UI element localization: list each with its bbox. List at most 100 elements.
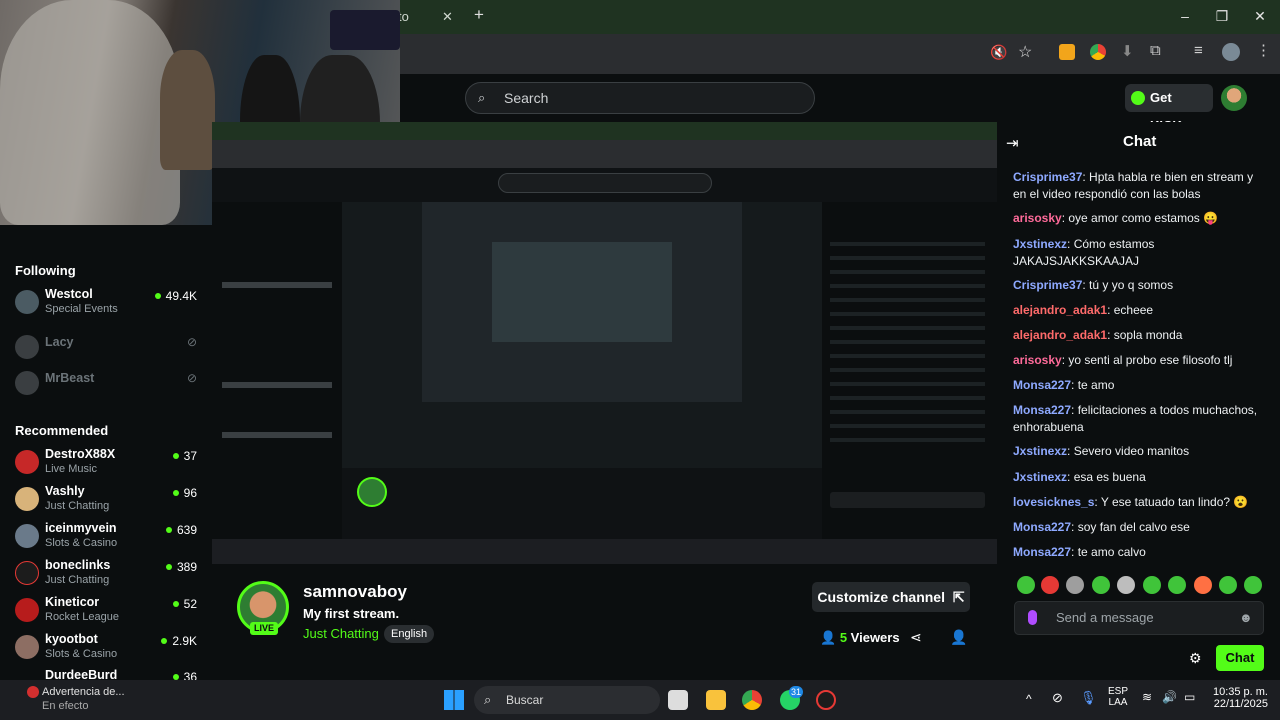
clock[interactable]: 10:35 p. m. 22/11/2025 xyxy=(1210,686,1268,710)
viewer-count-value: 389 xyxy=(176,560,197,574)
emote-icon[interactable] xyxy=(1092,576,1110,594)
chat-username[interactable]: lovesicknes_s xyxy=(1013,495,1094,509)
color-extension-icon[interactable] xyxy=(1090,44,1106,60)
chat-username[interactable]: Jxstinexz xyxy=(1013,470,1067,484)
sidebar-item-iceinmyvein[interactable]: iceinmyvein Slots & Casino 639 xyxy=(15,521,205,557)
stream-category[interactable]: Just Chatting xyxy=(303,626,379,641)
maximize-button[interactable]: ❐ xyxy=(1212,8,1232,25)
download-extension-icon[interactable] xyxy=(1059,44,1075,60)
extensions-puzzle-icon[interactable]: ⧉ xyxy=(1150,42,1161,59)
microphone-icon[interactable] xyxy=(1028,610,1037,625)
chrome-icon[interactable] xyxy=(742,690,762,710)
chat-username[interactable]: Jxstinexz xyxy=(1013,444,1067,458)
emote-icon[interactable] xyxy=(1066,576,1084,594)
emote-icon[interactable] xyxy=(1168,576,1186,594)
taskbar-search[interactable]: ⌕ Buscar xyxy=(474,686,660,714)
chat-separator: : xyxy=(1067,444,1074,458)
folder-icon[interactable] xyxy=(706,690,726,710)
sidebar-item-durdeeburd[interactable]: DurdeeBurd 36 xyxy=(15,668,205,680)
chat-message: Crisprime37: tú y yo q somos xyxy=(1013,277,1265,294)
sidebar-item-kyootbot[interactable]: kyootbot Slots & Casino 2.9K xyxy=(15,632,205,668)
sidebar-item-vashly[interactable]: Vashly Just Chatting 96 xyxy=(15,484,205,520)
get-kicks-button[interactable]: Get KICKs xyxy=(1125,84,1213,133)
chat-username[interactable]: arisosky xyxy=(1013,353,1062,367)
customize-channel-button[interactable]: Customize channel ⇱ xyxy=(812,582,970,612)
chat-message: Jxstinexz: esa es buena xyxy=(1013,469,1265,486)
wifi-icon[interactable]: ≋ xyxy=(1142,690,1152,704)
menu-kebab-icon[interactable]: ⋮ xyxy=(1256,41,1271,59)
profile-avatar[interactable] xyxy=(1222,43,1240,61)
chat-username[interactable]: alejandro_adak1 xyxy=(1013,303,1107,317)
viewer-count: 36 xyxy=(172,670,197,680)
emote-icon[interactable] xyxy=(1194,576,1212,594)
viewer-count: 96 xyxy=(172,486,197,500)
chat-username[interactable]: Monsa227 xyxy=(1013,520,1071,534)
sidebar-item-boneclinks[interactable]: boneclinks Just Chatting 389 xyxy=(15,558,205,594)
chat-text: esa es buena xyxy=(1073,470,1146,484)
share-icon[interactable]: ⋖ xyxy=(910,629,922,646)
sidebar-item-destrox88x[interactable]: DestroX88X Live Music 37 xyxy=(15,447,205,483)
language-indicator[interactable]: ESP LAA xyxy=(1108,686,1128,708)
notification-title[interactable]: Advertencia de... xyxy=(42,686,125,698)
chat-username[interactable]: Crisprime37 xyxy=(1013,278,1082,292)
chat-username[interactable]: Monsa227 xyxy=(1013,545,1071,559)
streamer-username[interactable]: samnovaboy xyxy=(303,582,407,602)
emote-icon[interactable] xyxy=(1117,576,1135,594)
language-tag[interactable]: English xyxy=(384,625,435,643)
chat-input[interactable]: Send a message ☻ xyxy=(1014,601,1264,635)
sidebar-item-mrbeast[interactable]: MrBeast ⊘ xyxy=(15,368,205,404)
collapse-chat-icon[interactable]: ⇥ xyxy=(1006,134,1019,152)
mic-tray-icon[interactable]: 🎙 xyxy=(1080,690,1097,706)
nested-line xyxy=(222,432,332,438)
close-window-button[interactable]: ✕ xyxy=(1250,8,1270,25)
windows-start-icon[interactable] xyxy=(444,690,464,710)
chat-username[interactable]: Crisprime37 xyxy=(1013,170,1082,184)
chat-username[interactable]: arisosky xyxy=(1013,211,1062,225)
sidebar-item-westcol[interactable]: Westcol Special Events 49.4K xyxy=(15,287,205,323)
emote-icon[interactable] xyxy=(1143,576,1161,594)
battery-icon[interactable]: ▭ xyxy=(1184,690,1195,704)
chat-username[interactable]: Jxstinexz xyxy=(1013,237,1067,251)
mute-tab-icon[interactable]: 🔇 xyxy=(990,44,1007,61)
chat-separator: : xyxy=(1071,403,1078,417)
chat-username[interactable]: Monsa227 xyxy=(1013,378,1071,392)
chat-text: te amo calvo xyxy=(1077,545,1146,559)
chat-username[interactable]: alejandro_adak1 xyxy=(1013,328,1107,342)
alert-icon xyxy=(27,686,39,698)
new-tab-button[interactable]: + xyxy=(474,5,484,25)
network-off-icon[interactable]: ⊘ xyxy=(1052,690,1063,706)
channel-category: Just Chatting xyxy=(45,574,110,586)
emote-icon[interactable] xyxy=(1219,576,1237,594)
sidebar-item-lacy[interactable]: Lacy ⊘ xyxy=(15,332,205,368)
chat-username[interactable]: Monsa227 xyxy=(1013,403,1071,417)
settings-gear-icon[interactable]: ⚙ xyxy=(1189,650,1202,667)
emote-icon[interactable] xyxy=(1017,576,1035,594)
nested-sidebar xyxy=(212,202,342,542)
viewers-icon: 👤 xyxy=(820,630,837,645)
minimize-button[interactable]: – xyxy=(1175,8,1195,24)
emote-icon[interactable] xyxy=(1041,576,1059,594)
viewer-count: 389 xyxy=(165,560,197,574)
send-chat-button[interactable]: Chat xyxy=(1216,645,1264,671)
app-icon[interactable] xyxy=(816,690,836,710)
tab-close-icon[interactable]: ✕ xyxy=(442,4,453,30)
download-arrow-icon[interactable]: ⬇ xyxy=(1121,42,1134,60)
nested-search xyxy=(498,173,712,193)
user-avatar[interactable] xyxy=(1221,85,1247,111)
file-explorer-app-icon[interactable] xyxy=(668,690,688,710)
emoji-icon[interactable]: ☻ xyxy=(1239,602,1253,634)
viewer-count-value: 37 xyxy=(183,449,197,463)
viewer-count-value: 2.9K xyxy=(172,634,197,648)
tray-chevron-icon[interactable]: ^ xyxy=(1026,692,1032,706)
search-input[interactable]: ⌕ Search xyxy=(465,82,815,114)
video-player[interactable] xyxy=(212,122,997,564)
viewer-count: 639 xyxy=(165,523,197,537)
bookmark-star-icon[interactable]: ☆ xyxy=(1018,42,1032,62)
live-dot-icon xyxy=(172,490,179,496)
chat-text: soy fan del calvo ese xyxy=(1077,520,1190,534)
sidebar-item-kineticor[interactable]: Kineticor Rocket League 52 xyxy=(15,595,205,631)
volume-icon[interactable]: 🔊 xyxy=(1162,690,1177,704)
media-control-icon[interactable]: ≡ xyxy=(1194,42,1203,59)
emote-icon[interactable] xyxy=(1244,576,1262,594)
user-action-icon[interactable]: 👤 xyxy=(950,629,967,646)
